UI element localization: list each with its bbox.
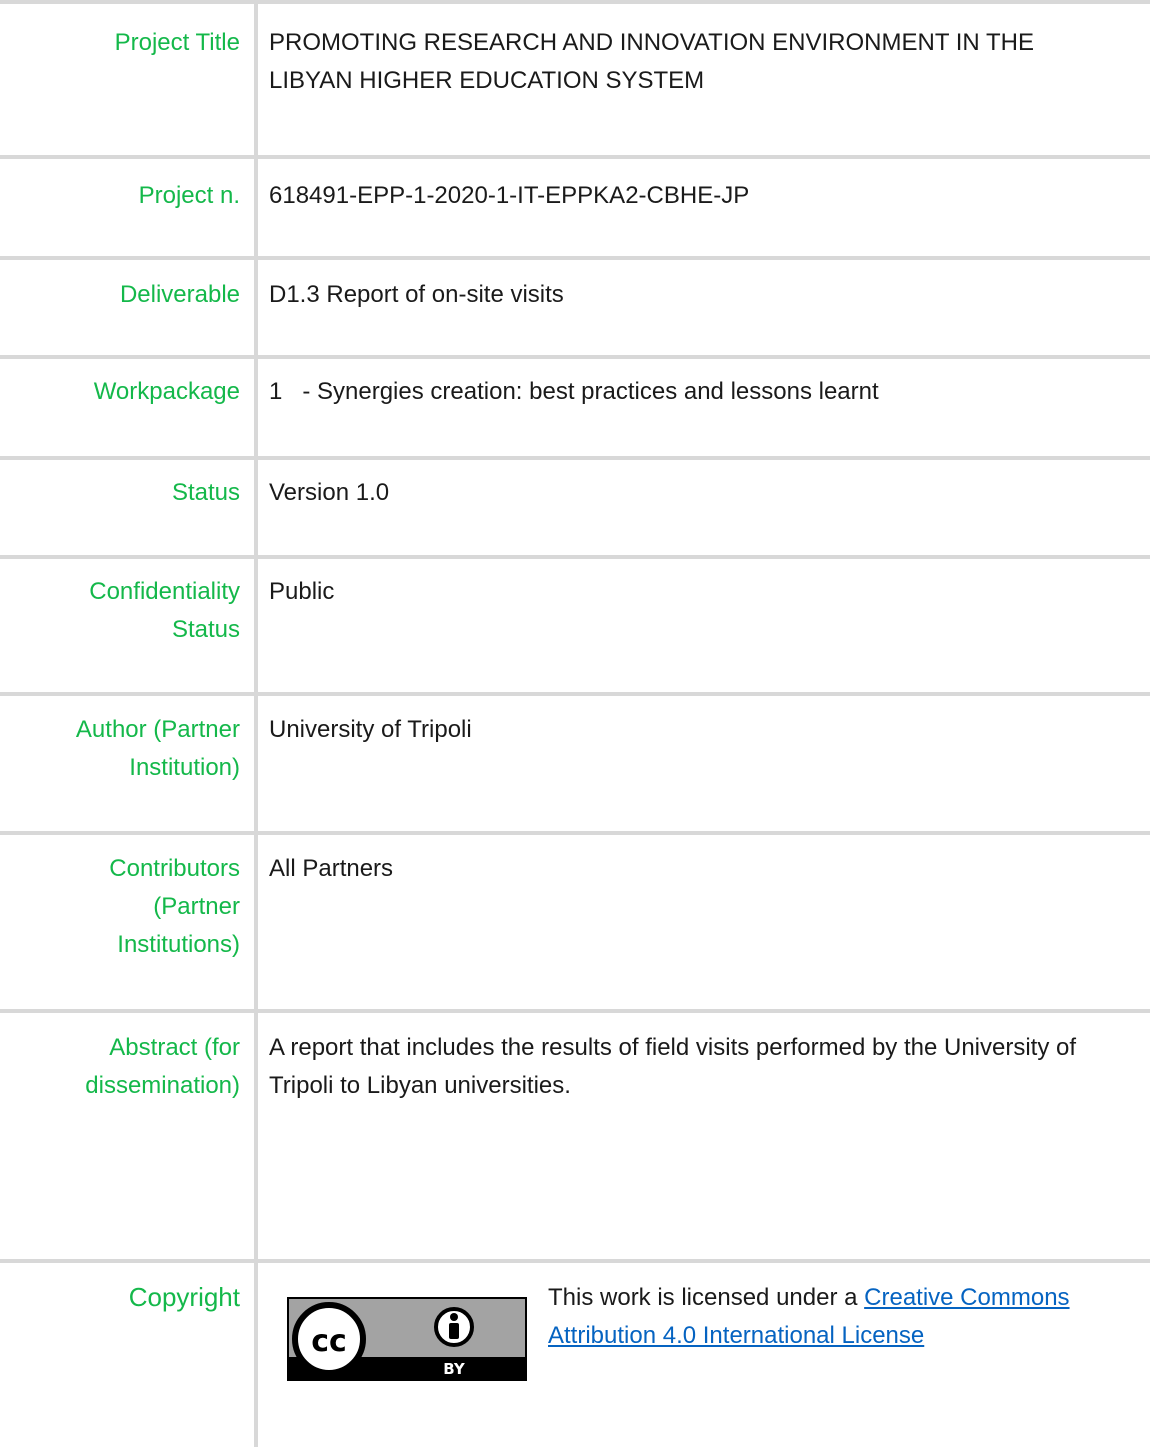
row-divider (0, 0, 1150, 4)
abstract-label: Abstract (for dissemination) (85, 1034, 240, 1099)
confidentiality-label: Confidentiality Status (89, 578, 240, 643)
deliverable-value: D1.3 Report of on-site visits (269, 281, 564, 308)
cc-by-badge: cc BY (287, 1297, 527, 1381)
svg-text:BY: BY (443, 1360, 466, 1378)
deliverable-label: Deliverable (119, 281, 240, 308)
svg-text:cc: cc (311, 1324, 347, 1359)
row-divider (0, 1009, 1150, 1013)
row-divider (0, 155, 1150, 159)
license-statement: This work is licensed under a Creative C… (548, 1279, 1138, 1355)
status-value: Version 1.0 (269, 479, 390, 506)
column-divider (254, 0, 258, 1447)
author-value: University of Tripoli (269, 716, 472, 743)
project-title-value: PROMOTING RESEARCH AND INNOVATION ENVIRO… (269, 29, 1034, 94)
project-number-label: Project n. (138, 182, 240, 209)
workpackage-value: 1 - Synergies creation: best practices a… (269, 378, 879, 405)
cc-by-logo-icon: cc BY (289, 1302, 525, 1379)
row-divider (0, 692, 1150, 696)
abstract-value: A report that includes the results of fi… (269, 1034, 1077, 1099)
row-divider (0, 555, 1150, 559)
author-label: Author (Partner Institution) (75, 716, 240, 781)
confidentiality-value: Public (269, 578, 335, 605)
workpackage-label: Workpackage (93, 378, 240, 405)
contributors-value: All Partners (269, 855, 394, 882)
row-divider (0, 1259, 1150, 1263)
row-divider (0, 355, 1150, 359)
row-divider (0, 256, 1150, 260)
copyright-label: Copyright (128, 1282, 240, 1312)
document-info-table: Project Title PROMOTING RESEARCH AND INN… (0, 0, 1150, 1447)
row-divider (0, 831, 1150, 835)
contributors-label: Contributors (Partner Institutions) (109, 855, 240, 958)
license-prefix: This work is licensed under a (548, 1284, 865, 1311)
status-label: Status (171, 479, 240, 506)
project-number-value: 618491-EPP-1-2020-1-IT-EPPKA2-CBHE-JP (269, 182, 750, 209)
project-title-label: Project Title (114, 29, 240, 56)
row-divider (0, 456, 1150, 460)
